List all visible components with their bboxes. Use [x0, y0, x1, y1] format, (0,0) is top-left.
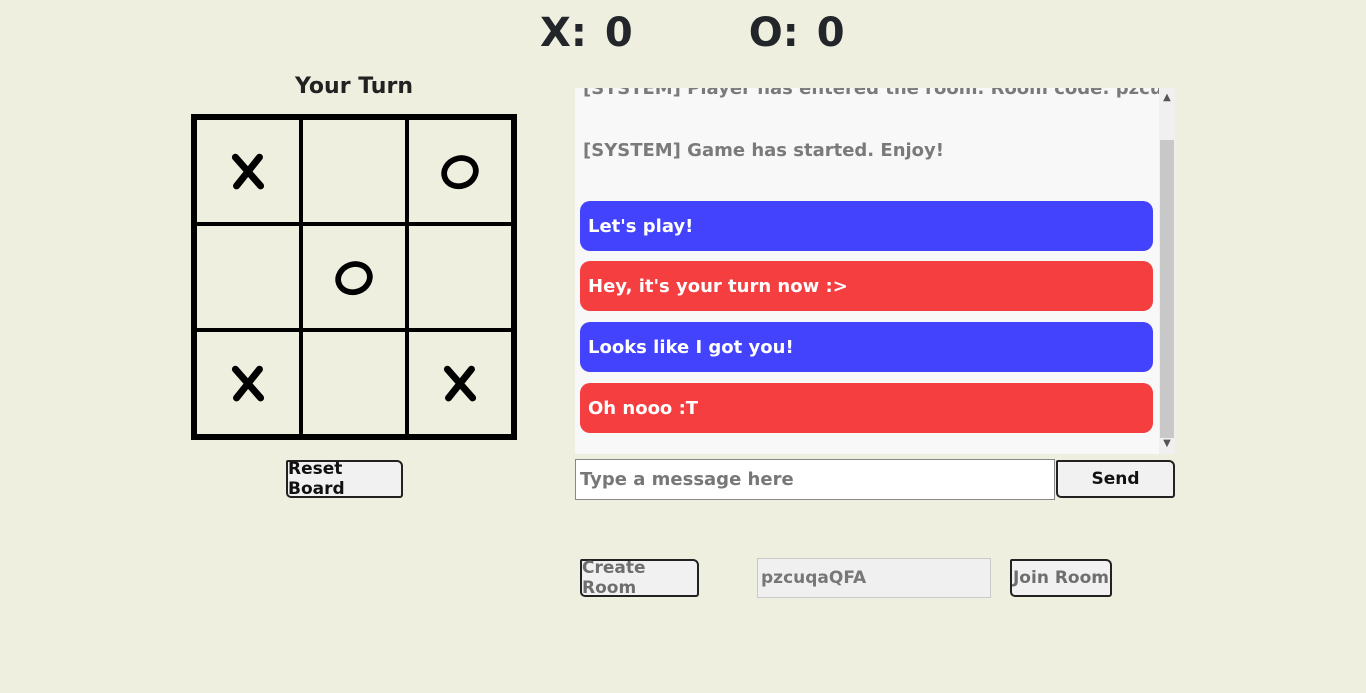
o-score: O: 0: [749, 10, 845, 56]
board-cell-8[interactable]: [407, 330, 513, 436]
chat-message: Hey, it's your turn now :>: [580, 261, 1153, 311]
create-room-button[interactable]: Create Room: [580, 558, 699, 598]
board-cell-1[interactable]: [301, 118, 407, 224]
room-code-input[interactable]: [757, 558, 991, 598]
o-mark-icon: [335, 261, 373, 296]
o-mark-icon: [441, 155, 479, 190]
chat-message: Looks like I got you!: [580, 322, 1153, 372]
scroll-thumb[interactable]: [1160, 140, 1174, 438]
o-score-value: 0: [816, 10, 845, 56]
x-mark-icon: [231, 153, 265, 190]
x-score: X: 0: [540, 10, 633, 56]
chat-message: Let's play!: [580, 201, 1153, 251]
board-cell-2[interactable]: [407, 118, 513, 224]
o-score-label: O:: [748, 10, 799, 56]
join-room-button[interactable]: Join Room: [1010, 559, 1112, 597]
scroll-up-icon[interactable]: ▲: [1159, 90, 1175, 106]
turn-indicator: Your Turn: [295, 74, 413, 99]
system-message: [SYSTEM] Game has started. Enjoy!: [583, 140, 944, 161]
score-bar: X: 0 O: 0: [540, 8, 845, 58]
board-cell-6[interactable]: [195, 330, 301, 436]
board-cell-5[interactable]: [407, 224, 513, 330]
chat-messages: [SYSTEM] Player has entered the room. Ro…: [575, 88, 1159, 454]
chat-message: Oh nooo :T: [580, 383, 1153, 433]
board-cell-4[interactable]: [301, 224, 407, 330]
board-cell-7[interactable]: [301, 330, 407, 436]
x-mark-icon: [443, 365, 477, 402]
x-mark-icon: [231, 365, 265, 402]
board-cell-3[interactable]: [195, 224, 301, 330]
reset-board-button[interactable]: Reset Board: [286, 459, 403, 499]
board-cell-0[interactable]: [195, 118, 301, 224]
system-message: [SYSTEM] Player has entered the room. Ro…: [583, 88, 1159, 99]
game-board: [191, 114, 517, 440]
x-score-value: 0: [604, 10, 633, 56]
message-input[interactable]: [575, 459, 1055, 500]
scroll-down-icon[interactable]: ▼: [1159, 436, 1175, 452]
chat-log[interactable]: [SYSTEM] Player has entered the room. Ro…: [575, 88, 1175, 454]
chat-scrollbar[interactable]: ▲ ▼: [1159, 88, 1175, 454]
send-button[interactable]: Send: [1056, 460, 1175, 498]
x-score-label: X:: [540, 10, 587, 56]
